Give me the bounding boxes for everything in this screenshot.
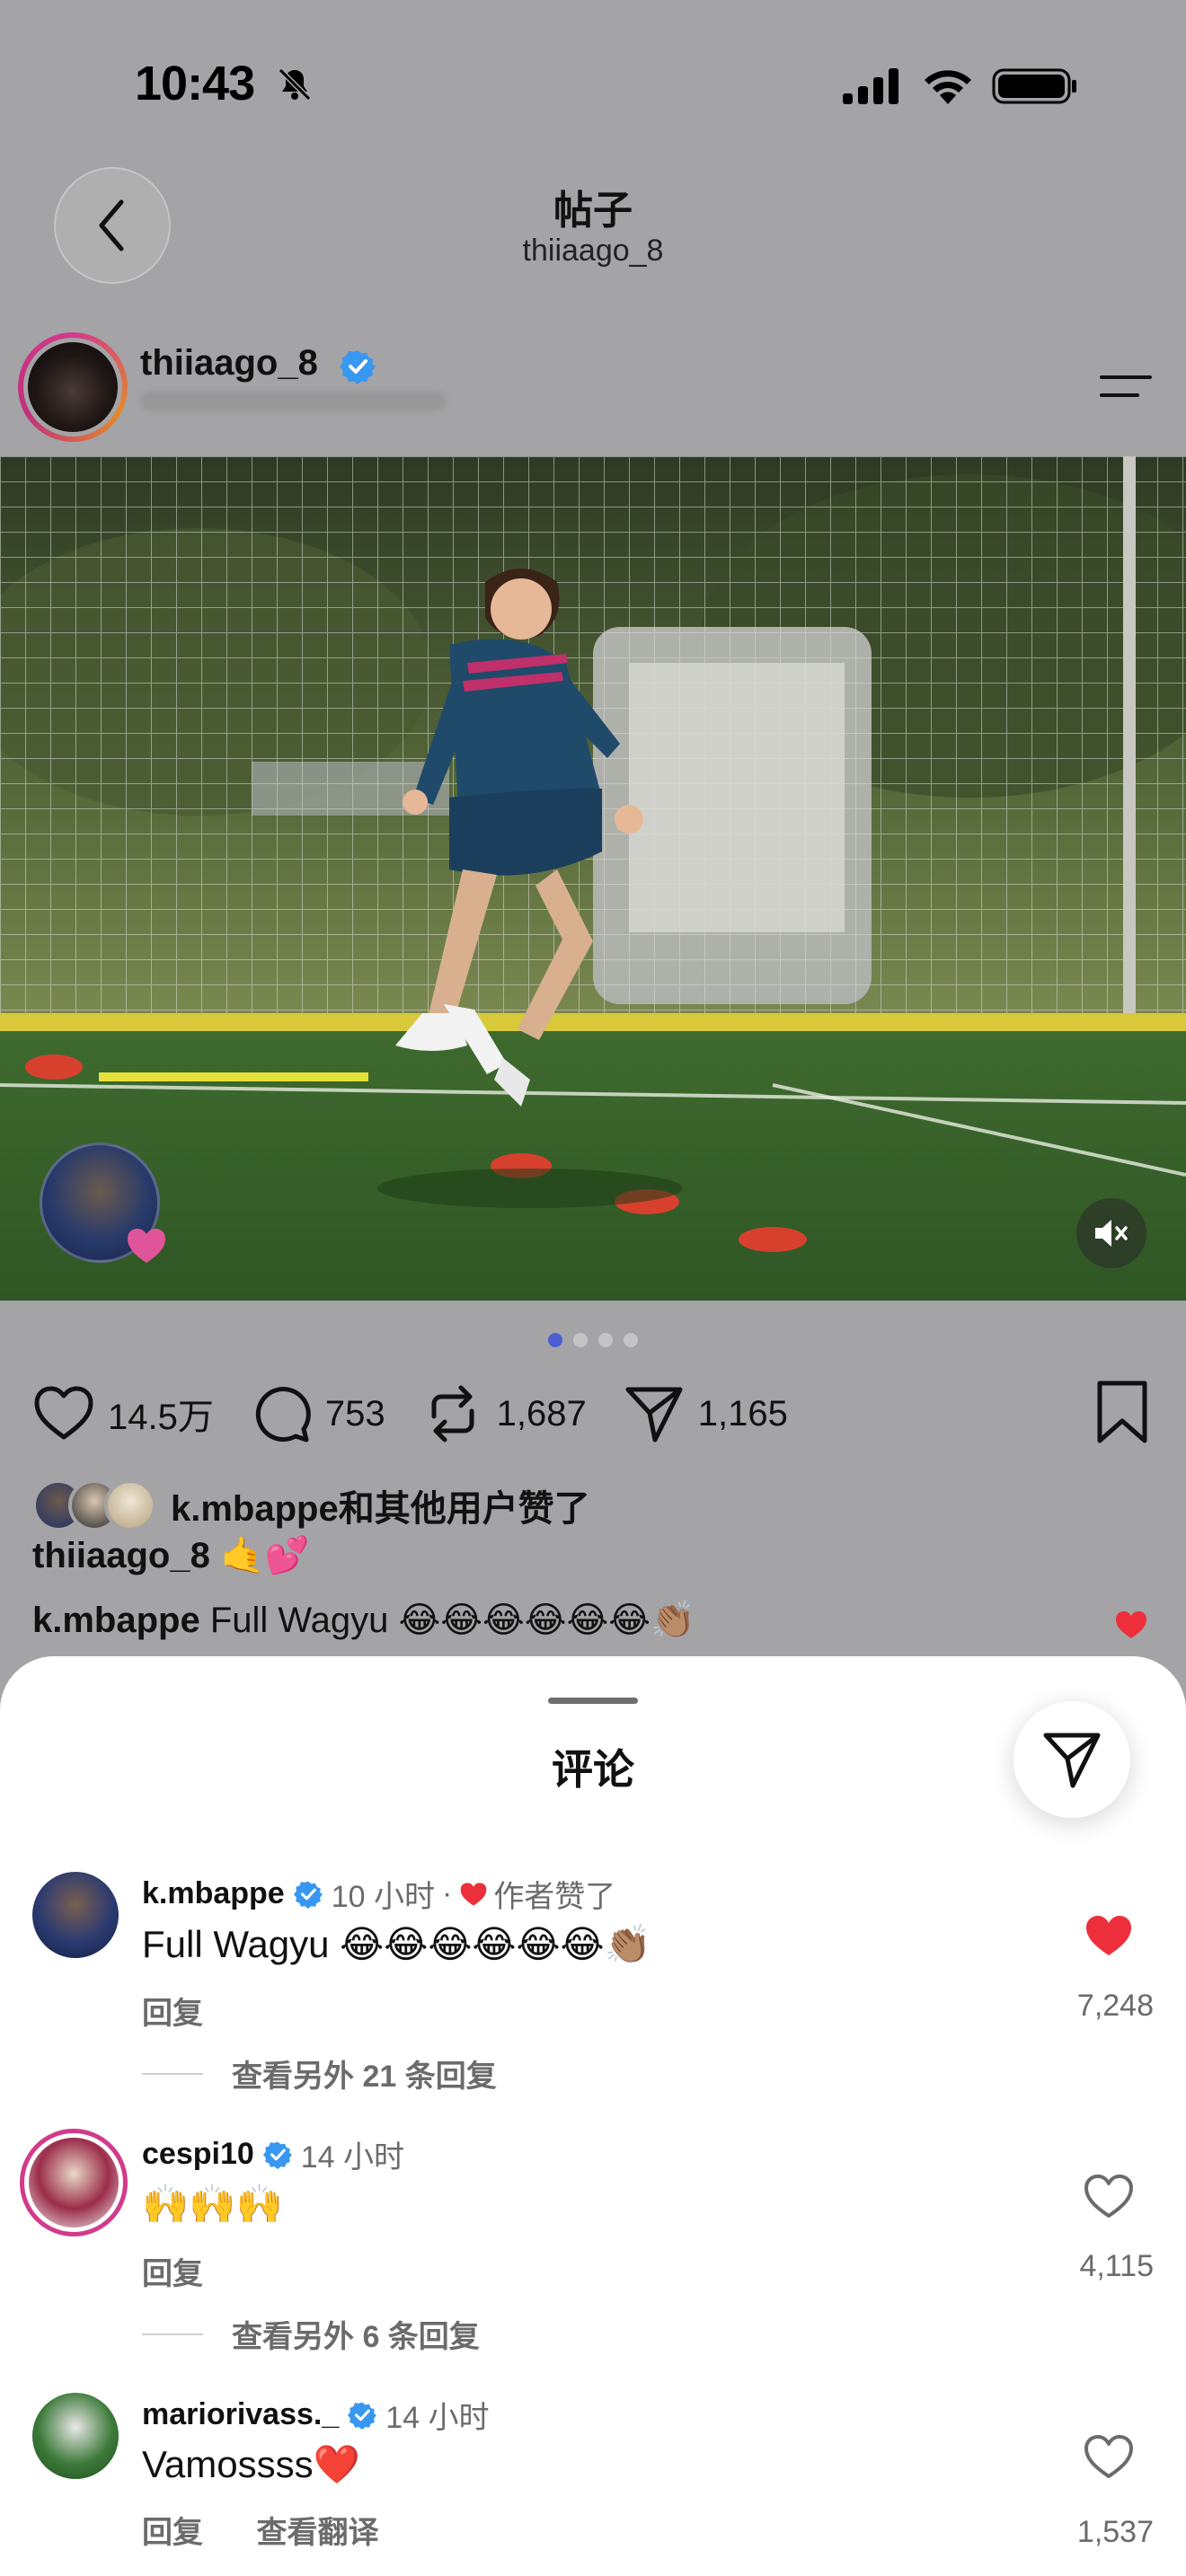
heart-outline-icon: [34, 1386, 93, 1440]
app-screen: 10:43 帖子 thiiaago_8 thiiaago_8 14.5万 753…: [0, 0, 1186, 2576]
liked-by-row[interactable]: k.mbappe和其他用户赞了: [32, 1478, 590, 1532]
commenter-username[interactable]: cespi10: [142, 2137, 254, 2172]
repost-icon: [431, 1385, 474, 1442]
view-more-replies[interactable]: 查看另外 6 条回复: [142, 2312, 480, 2356]
heart-outline-icon[interactable]: [1084, 2434, 1134, 2479]
page-title: 帖子: [553, 189, 633, 233]
page-subtitle: thiiaago_8: [522, 234, 664, 268]
view-more-replies-label: 查看另外 21 条回复: [232, 2060, 497, 2094]
sheet-grabber[interactable]: [548, 1698, 638, 1704]
top-comment-username: k.mbappe: [32, 1601, 200, 1640]
post-caption: thiiaago_8 🤙💕: [32, 1534, 310, 1576]
divider: [142, 2072, 203, 2075]
send-icon: [625, 1387, 683, 1442]
repost-count: 1,687: [496, 1393, 587, 1434]
verified-badge-icon: [340, 350, 376, 384]
pager-dot: [598, 1333, 613, 1347]
comments-sheet: 评论 k.mbappe 10 小时 · 作者赞了 Full Wagyu 😂😂😂😂…: [0, 1656, 1186, 2576]
comment-time: 14 小时: [300, 2140, 405, 2175]
caption-username[interactable]: thiiaago_8: [32, 1536, 210, 1575]
commenter-username[interactable]: mariorivass._: [142, 2397, 339, 2432]
comment-time: 14 小时: [385, 2401, 490, 2435]
commenter-avatar[interactable]: [32, 1872, 119, 1958]
post-media[interactable]: [0, 456, 1186, 1301]
heart-filled-icon[interactable]: [1084, 1913, 1134, 1958]
author-avatar[interactable]: [18, 332, 128, 442]
heart-filled-icon[interactable]: [1114, 1610, 1148, 1640]
speaker-muted-icon: [1095, 1220, 1128, 1247]
commenter-avatar[interactable]: [32, 2393, 119, 2479]
media-pager: [0, 1333, 1186, 1347]
reply-button[interactable]: 回复: [142, 2257, 203, 2291]
comment-header: k.mbappe 10 小时 · 作者赞了: [142, 1872, 615, 1916]
author-liked-label: 作者赞了: [493, 1880, 616, 1914]
like-count: 14.5万: [108, 1398, 214, 1437]
view-more-replies[interactable]: 查看另外 21 条回复: [142, 2051, 497, 2095]
top-comment-preview[interactable]: k.mbappe Full Wagyu 😂😂😂😂😂😂👏🏽: [32, 1599, 695, 1641]
pager-dot: [573, 1333, 588, 1347]
comment-like-count: 7,248: [1076, 1989, 1154, 2023]
heart-icon: [128, 1229, 165, 1263]
sheet-share-button[interactable]: [1013, 1701, 1130, 1818]
status-bar: 10:43: [0, 0, 1186, 171]
share-button[interactable]: 1,165: [623, 1382, 788, 1445]
wifi-icon: [925, 70, 971, 104]
verified-badge-icon: [262, 2141, 292, 2169]
comment-header: mariorivass._ 14 小时: [142, 2393, 490, 2437]
pager-dot: [548, 1333, 562, 1347]
mute-button[interactable]: [1076, 1198, 1146, 1268]
verified-badge-icon: [293, 1881, 323, 1909]
view-more-replies-label: 查看另外 6 条回复: [232, 2320, 480, 2354]
bell-muted-icon: [278, 67, 312, 101]
comment-header: cespi10 14 小时: [142, 2132, 404, 2176]
verified-badge-icon: [348, 2402, 377, 2430]
comment-actions: 回复: [142, 1989, 248, 2033]
comment-count: 753: [324, 1393, 385, 1434]
comment-button[interactable]: 753: [250, 1382, 385, 1445]
battery-icon: [992, 68, 1076, 104]
commenter-avatar[interactable]: [20, 2129, 128, 2236]
comment-text: Full Wagyu 😂😂😂😂😂😂👏🏽: [142, 1923, 651, 1965]
heart-outline-icon[interactable]: [1084, 2174, 1134, 2219]
divider: [142, 2333, 203, 2335]
reply-button[interactable]: 回复: [142, 2516, 203, 2550]
share-count: 1,165: [697, 1393, 788, 1434]
cellular-signal-icon: [843, 68, 898, 104]
send-icon: [1043, 1733, 1101, 1788]
sheet-title: 评论: [552, 1746, 634, 1793]
caption-text: 🤙💕: [219, 1536, 310, 1575]
liker-avatar: [104, 1479, 156, 1531]
bookmark-icon[interactable]: [1091, 1380, 1154, 1444]
top-comment-text: Full Wagyu 😂😂😂😂😂😂👏🏽: [209, 1601, 695, 1640]
comment-actions: 回复 查看翻译: [142, 2508, 423, 2552]
post-photo: [0, 456, 1186, 1301]
status-time: 10:43: [135, 57, 255, 110]
liked-by-text: k.mbappe和其他用户赞了: [171, 1489, 590, 1529]
comment-like-count: 1,537: [1076, 2515, 1154, 2549]
comment-time: 10 小时: [331, 1880, 435, 1914]
more-menu-icon[interactable]: [1098, 370, 1154, 402]
comment-like-count: 4,115: [1079, 2249, 1154, 2283]
commenter-username[interactable]: k.mbappe: [142, 1876, 285, 1911]
comment-text: 🙌🙌🙌: [142, 2183, 283, 2225]
comment-separator: ·: [441, 1876, 453, 1910]
translate-button[interactable]: 查看翻译: [256, 2516, 378, 2550]
reply-button[interactable]: 回复: [142, 1997, 203, 2031]
author-username[interactable]: thiiaago_8: [140, 343, 318, 384]
post-actions: 14.5万 753 1,687 1,165: [32, 1378, 824, 1450]
comment-text: Vamossss❤️: [142, 2443, 360, 2485]
comment-bubble-icon: [255, 1387, 311, 1442]
comment-actions: 回复: [142, 2249, 248, 2293]
pager-dot: [624, 1333, 638, 1347]
author-subtitle-redacted: [140, 392, 446, 411]
repost-button[interactable]: 1,687: [421, 1382, 587, 1445]
like-button[interactable]: 14.5万: [32, 1382, 214, 1445]
heart-filled-icon: [460, 1882, 487, 1906]
